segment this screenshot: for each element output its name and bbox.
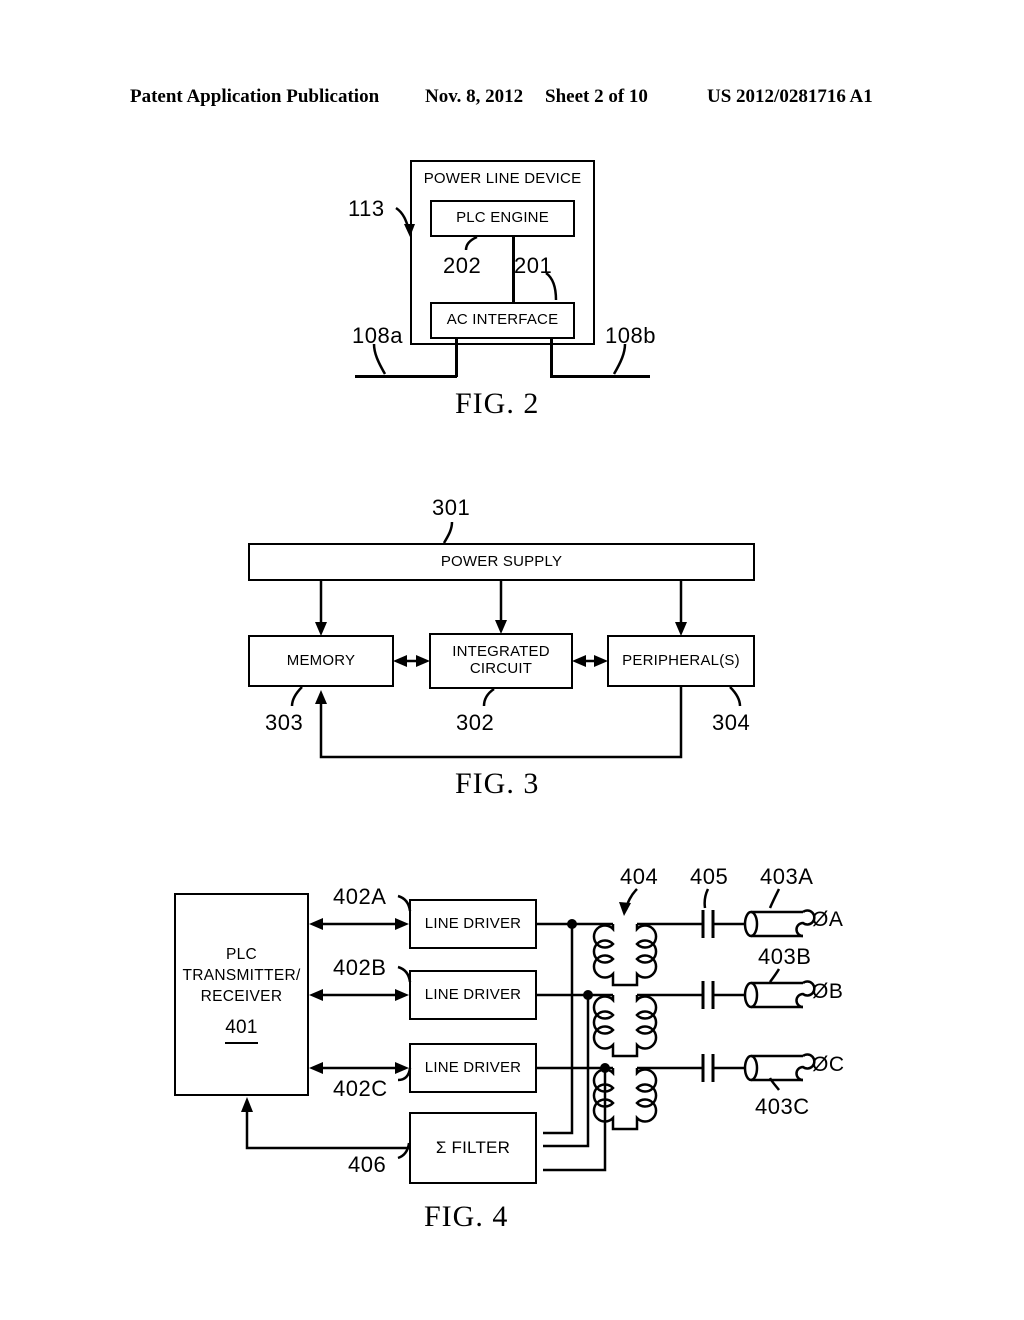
line-driver-a-box: LINE DRIVER: [409, 899, 537, 949]
plc-transmitter-receiver-box: PLC TRANSMITTER/ RECEIVER 401: [174, 893, 309, 1096]
reference-numeral-403b: 403B: [758, 944, 812, 969]
reference-numeral-402c: 402C: [333, 1076, 388, 1101]
reference-numeral-402b: 402B: [333, 955, 387, 980]
reference-numeral-403a: 403A: [760, 864, 814, 889]
plc-label-line1: PLC: [225, 946, 258, 964]
figure-4-caption: FIG. 4: [424, 1200, 509, 1233]
plc-label-line2: TRANSMITTER/: [182, 967, 301, 985]
plc-label-line3: RECEIVER: [200, 988, 283, 1006]
line-driver-a-label: LINE DRIVER: [424, 914, 522, 932]
line-driver-b-label: LINE DRIVER: [424, 985, 522, 1003]
reference-numeral-404: 404: [620, 864, 659, 889]
phase-c-label: ØC: [812, 1053, 845, 1076]
reference-numeral-402a: 402A: [333, 884, 387, 909]
line-driver-b-box: LINE DRIVER: [409, 970, 537, 1020]
reference-numeral-401: 401: [225, 1015, 258, 1044]
sigma-filter-box: Σ FILTER: [409, 1112, 537, 1184]
cable-symbol-c: [743, 1053, 816, 1082]
plc-transmitter-receiver-text: PLC TRANSMITTER/ RECEIVER 401: [182, 945, 301, 1044]
figure-4: PLC TRANSMITTER/ RECEIVER 401 LINE DRIVE…: [0, 0, 1024, 1320]
reference-numeral-406: 406: [348, 1152, 387, 1177]
reference-numeral-403c: 403C: [755, 1094, 810, 1119]
line-driver-c-label: LINE DRIVER: [424, 1058, 522, 1076]
line-driver-c-box: LINE DRIVER: [409, 1043, 537, 1093]
sigma-filter-label: Σ FILTER: [435, 1138, 511, 1158]
reference-numeral-405: 405: [690, 864, 729, 889]
phase-a-label: ØA: [812, 908, 844, 931]
cable-symbol-b: [743, 980, 816, 1009]
phase-b-label: ØB: [812, 980, 844, 1003]
cable-symbol-a: [743, 909, 816, 938]
